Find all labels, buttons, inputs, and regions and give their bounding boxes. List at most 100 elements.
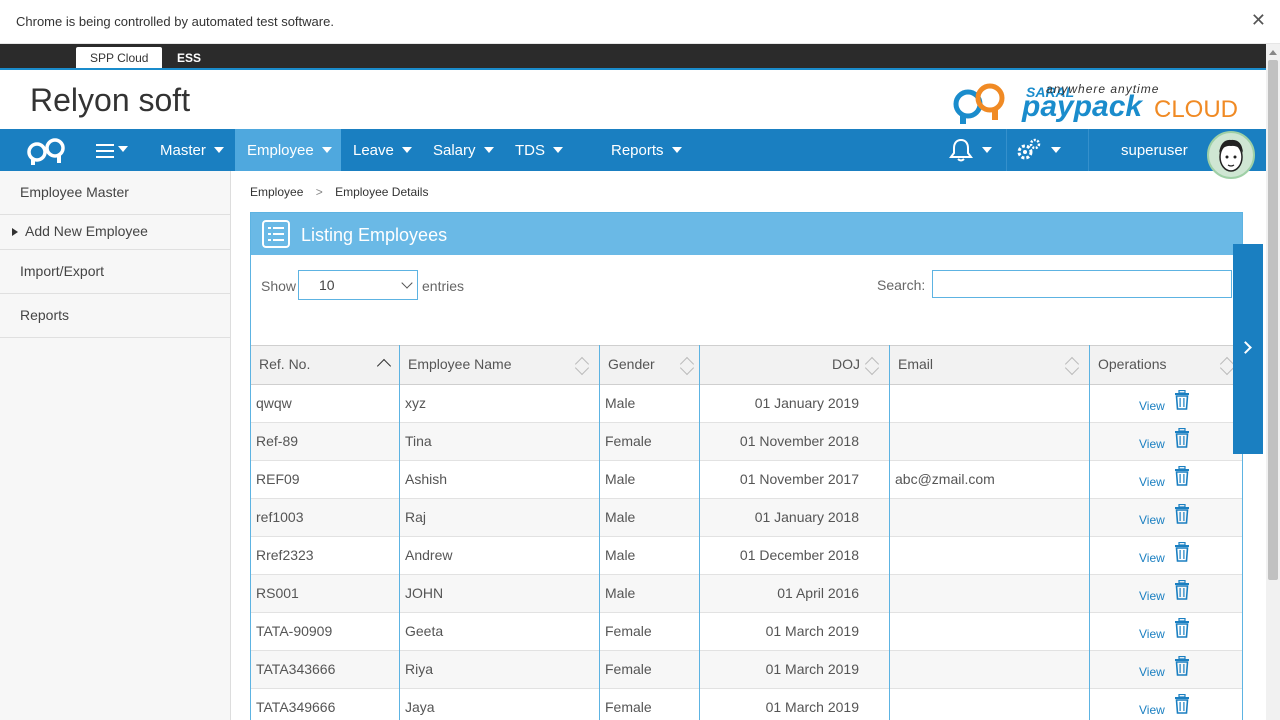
cell-doj: 01 March 2019 — [765, 661, 859, 677]
sidebar-item-import-export[interactable]: Import/Export — [0, 250, 230, 294]
tab-ess[interactable]: ESS — [163, 47, 215, 68]
breadcrumb-current: Employee Details — [335, 185, 429, 199]
nav-tds[interactable]: TDS — [503, 129, 575, 171]
trash-icon[interactable] — [1174, 465, 1190, 486]
nav-reports[interactable]: Reports — [599, 129, 694, 171]
cell-gender: Female — [605, 433, 652, 449]
cell-employee-name: Geeta — [405, 623, 444, 639]
view-link[interactable]: View — [1139, 399, 1165, 413]
scroll-thumb[interactable] — [1268, 60, 1278, 580]
chevron-down-icon — [671, 147, 682, 153]
trash-icon[interactable] — [1174, 541, 1190, 562]
view-link[interactable]: View — [1139, 437, 1165, 451]
cell-ref-no: TATA349666 — [256, 699, 336, 715]
nav-employee[interactable]: Employee — [235, 129, 341, 171]
cell-employee-name: Raj — [405, 509, 427, 525]
chevron-down-icon — [982, 147, 992, 153]
settings-button[interactable] — [1014, 137, 1064, 163]
breadcrumb-employee[interactable]: Employee — [250, 185, 303, 199]
nav-divider — [1088, 129, 1089, 171]
trash-icon[interactable] — [1174, 693, 1190, 714]
cell-ref-no: Ref-89 — [256, 433, 299, 449]
cell-gender: Male — [605, 547, 636, 563]
notifications-button[interactable] — [948, 137, 996, 163]
company-name: Relyon soft — [30, 82, 191, 118]
menu-toggle[interactable] — [96, 141, 136, 161]
cell-gender: Male — [605, 585, 636, 601]
close-icon[interactable]: ✕ — [1251, 10, 1266, 31]
cell-employee-name: Riya — [405, 661, 434, 677]
view-link[interactable]: View — [1139, 589, 1165, 603]
sidebar-item-reports[interactable]: Reports — [0, 294, 230, 338]
bell-icon — [949, 138, 973, 162]
nav-leave[interactable]: Leave — [341, 129, 424, 171]
trash-icon[interactable] — [1174, 579, 1190, 600]
sort-icon[interactable] — [862, 354, 882, 378]
view-link[interactable]: View — [1139, 665, 1165, 679]
sort-icon[interactable] — [677, 354, 697, 378]
hamburger-icon — [96, 144, 114, 146]
trash-icon[interactable] — [1174, 427, 1190, 448]
app-logo-icon[interactable] — [24, 135, 72, 165]
chevron-down-icon — [483, 147, 494, 153]
col-doj[interactable]: DOJ — [832, 356, 860, 372]
cell-doj: 01 March 2019 — [765, 623, 859, 639]
trash-icon[interactable] — [1174, 655, 1190, 676]
sort-asc-icon[interactable] — [374, 354, 394, 378]
view-link[interactable]: View — [1139, 627, 1165, 641]
page-scrollbar[interactable] — [1266, 44, 1280, 720]
username[interactable]: superuser — [1121, 142, 1188, 159]
cell-doj: 01 January 2019 — [754, 395, 859, 411]
col-email[interactable]: Email — [898, 356, 933, 372]
col-employee-name[interactable]: Employee Name — [408, 356, 512, 372]
cell-email: abc@zmail.com — [895, 471, 995, 487]
view-link[interactable]: View — [1139, 551, 1165, 565]
scroll-up-icon[interactable] — [1269, 50, 1277, 55]
breadcrumb-separator: > — [315, 185, 323, 199]
sidebar-item-employee-master[interactable]: Employee Master — [0, 171, 230, 215]
chevron-right-icon — [1239, 341, 1252, 354]
breadcrumb: Employee > Employee Details — [250, 185, 428, 199]
view-link[interactable]: View — [1139, 475, 1165, 489]
cell-ref-no: qwqw — [256, 395, 292, 411]
view-link[interactable]: View — [1139, 703, 1165, 717]
cell-employee-name: JOHN — [405, 585, 444, 601]
col-gender[interactable]: Gender — [608, 356, 655, 372]
cell-gender: Female — [605, 661, 652, 677]
sort-icon[interactable] — [1062, 354, 1082, 378]
entries-select[interactable]: 10 — [298, 270, 418, 300]
entries-label: entries — [422, 278, 465, 294]
cell-doj: 01 March 2019 — [765, 699, 859, 715]
search-label: Search: — [877, 277, 926, 293]
side-panel-toggle[interactable] — [1233, 244, 1263, 454]
cell-doj: 01 November 2017 — [739, 471, 859, 487]
cell-ref-no: TATA-90909 — [256, 623, 333, 639]
gears-icon — [1017, 138, 1041, 160]
saral-paypack-logo: SARAL anywhere anytime paypack CLOUD — [950, 74, 1242, 128]
cell-gender: Male — [605, 509, 636, 525]
sort-icon[interactable] — [572, 354, 592, 378]
page-header: Relyon soft SARAL anywhere anytime paypa… — [0, 68, 1266, 129]
col-operations: Operations — [1098, 356, 1167, 372]
cell-gender: Male — [605, 395, 636, 411]
trash-icon[interactable] — [1174, 389, 1190, 410]
automation-infobar: Chrome is being controlled by automated … — [0, 0, 1280, 44]
nav-salary[interactable]: Salary — [421, 129, 506, 171]
cell-ref-no: Rref2323 — [256, 547, 314, 563]
view-link[interactable]: View — [1139, 513, 1165, 527]
col-ref-no[interactable]: Ref. No. — [259, 356, 310, 372]
search-input[interactable] — [932, 270, 1232, 298]
trash-icon[interactable] — [1174, 503, 1190, 524]
avatar[interactable] — [1207, 131, 1255, 179]
cell-ref-no: RS001 — [256, 585, 299, 601]
tab-spp-cloud[interactable]: SPP Cloud — [76, 47, 163, 68]
employee-list-panel: Listing Employees Show 10 entries Search… — [250, 212, 1243, 720]
nav-master[interactable]: Master — [148, 129, 236, 171]
nav-divider — [1006, 129, 1007, 171]
sidebar-item-add-new-employee[interactable]: Add New Employee — [0, 215, 230, 250]
trash-icon[interactable] — [1174, 617, 1190, 638]
cell-employee-name: Jaya — [405, 699, 435, 715]
chevron-down-icon — [118, 146, 128, 152]
column-divider — [399, 345, 400, 720]
cell-ref-no: REF09 — [256, 471, 300, 487]
